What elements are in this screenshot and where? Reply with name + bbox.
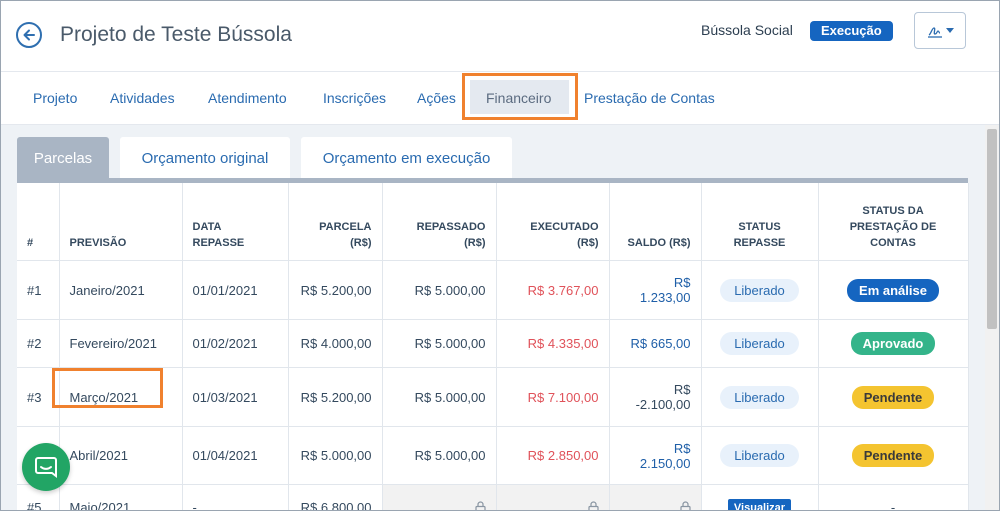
app-window: Projeto de Teste Bússola Bússola Social … <box>0 0 1000 511</box>
row-repassado: R$ 5.000,00 <box>382 319 497 368</box>
status-repasse-pill: Liberado <box>720 278 799 302</box>
row-status-prestacao: Em análise <box>818 260 969 320</box>
page-header: Projeto de Teste Bússola Bússola Social … <box>1 1 999 72</box>
row-repassado: R$ 5.000,00 <box>382 260 497 320</box>
row-previsao: Fevereiro/2021 <box>59 319 183 368</box>
row-saldo: R$ 2.150,00 <box>609 426 702 485</box>
row-num: #2 <box>17 319 60 368</box>
tab-projeto[interactable]: Projeto <box>33 90 77 106</box>
parcelas-table: # PREVISÃO DATA REPASSE PARCELA (R$) REPAS… <box>17 183 969 510</box>
row-repassado: R$ 5.000,00 <box>382 367 497 427</box>
tab-financeiro[interactable]: Financeiro <box>486 90 551 106</box>
status-badge: Execução <box>810 21 893 41</box>
header-saldo: SALDO (R$) <box>609 183 702 261</box>
row-data-repasse: 01/04/2021 <box>182 426 289 485</box>
row-status-prestacao: Pendente <box>818 367 969 427</box>
chevron-down-icon <box>945 27 954 33</box>
status-prestacao-badge[interactable]: Pendente <box>851 444 935 467</box>
table-row: #3 Março/2021 01/03/2021 R$ 5.200,00 R$ … <box>17 367 969 427</box>
status-repasse-pill: Liberado <box>720 332 799 355</box>
row-status-repasse: Liberado <box>701 367 819 427</box>
row-status-repasse: Visualizar <box>701 484 819 510</box>
header-repassado: REPASSADO (R$) <box>382 183 497 261</box>
row-executado: R$ 7.100,00 <box>496 367 610 427</box>
table-row: #1 Janeiro/2021 01/01/2021 R$ 5.200,00 R… <box>17 260 969 320</box>
row-parcela: R$ 5.200,00 <box>288 260 383 320</box>
header-previsao: PREVISÃO <box>59 183 183 261</box>
row-previsao: Maio/2021 <box>59 484 183 510</box>
tab-inscricoes[interactable]: Inscrições <box>323 90 386 106</box>
back-button[interactable] <box>16 22 42 48</box>
status-prestacao-badge[interactable]: Em análise <box>847 278 939 302</box>
arrow-left-icon <box>23 29 35 41</box>
row-previsao: Março/2021 <box>59 367 183 427</box>
signature-icon <box>927 26 942 38</box>
header-num: # <box>17 183 60 261</box>
main-nav: Projeto Atividades Atendimento Inscriçõe… <box>1 72 999 125</box>
row-saldo: R$ -2.100,00 <box>609 367 702 427</box>
row-data-repasse: 01/03/2021 <box>182 367 289 427</box>
tab-atividades[interactable]: Atividades <box>110 90 175 106</box>
header-executado: EXECUTADO (R$) <box>496 183 610 261</box>
row-repassado-locked <box>382 484 497 510</box>
row-parcela: R$ 5.200,00 <box>288 367 383 427</box>
row-num: #1 <box>17 260 60 320</box>
row-parcela: R$ 5.000,00 <box>288 426 383 485</box>
signature-dropdown-button[interactable] <box>914 12 966 49</box>
lock-icon <box>587 501 599 510</box>
table-row: #4 Abril/2021 01/04/2021 R$ 5.000,00 R$ … <box>17 426 969 485</box>
row-executado: R$ 4.335,00 <box>496 319 610 368</box>
row-data-repasse: - <box>182 484 289 510</box>
row-parcela: R$ 6.800,00 <box>288 484 383 510</box>
subtab-orcamento-original[interactable]: Orçamento original <box>120 137 290 179</box>
row-saldo-locked <box>609 484 702 510</box>
status-repasse-pill: Liberado <box>720 444 799 467</box>
status-prestacao-badge[interactable]: Pendente <box>851 385 935 409</box>
row-data-repasse: 01/01/2021 <box>182 260 289 320</box>
row-previsao: Abril/2021 <box>59 426 183 485</box>
status-prestacao-badge[interactable]: Aprovado <box>850 332 936 355</box>
row-saldo: R$ 1.233,00 <box>609 260 702 320</box>
row-executado: R$ 3.767,00 <box>496 260 610 320</box>
row-status-repasse: Liberado <box>701 426 819 485</box>
header-parcela: PARCELA (R$) <box>288 183 383 261</box>
table-header-row: # PREVISÃO DATA REPASSE PARCELA (R$) REPAS… <box>17 183 969 261</box>
row-status-repasse: Liberado <box>701 319 819 368</box>
subtab-orcamento-em-execucao[interactable]: Orçamento em execução <box>301 137 512 179</box>
row-data-repasse: 01/02/2021 <box>182 319 289 368</box>
lock-icon <box>474 501 486 510</box>
row-status-prestacao: Aprovado <box>818 319 969 368</box>
lock-icon <box>679 501 691 510</box>
visualizar-button[interactable]: Visualizar <box>727 498 792 510</box>
chat-icon <box>35 457 57 478</box>
row-repassado: R$ 5.000,00 <box>382 426 497 485</box>
row-parcela: R$ 4.000,00 <box>288 319 383 368</box>
row-saldo: R$ 665,00 <box>609 319 702 368</box>
row-executado: R$ 2.850,00 <box>496 426 610 485</box>
status-repasse-pill: Liberado <box>720 385 799 409</box>
header-status-prestacao: STATUS DA PRESTAÇÃO DE CONTAS <box>818 183 969 261</box>
tab-prestacao-de-contas[interactable]: Prestação de Contas <box>584 90 715 106</box>
table-row: #5 Maio/2021 - R$ 6.800,00 Visualizar - <box>17 484 969 510</box>
subtab-parcelas[interactable]: Parcelas <box>17 137 109 179</box>
chat-launcher-button[interactable] <box>22 443 70 491</box>
page-title: Projeto de Teste Bússola <box>60 23 292 46</box>
tab-acoes[interactable]: Ações <box>417 90 456 106</box>
scrollbar-thumb[interactable] <box>987 129 997 329</box>
row-status-prestacao: Pendente <box>818 426 969 485</box>
row-status-repasse: Liberado <box>701 260 819 320</box>
table-row: #2 Fevereiro/2021 01/02/2021 R$ 4.000,00… <box>17 319 969 368</box>
row-previsao: Janeiro/2021 <box>59 260 183 320</box>
row-num: #3 <box>17 367 60 427</box>
tab-atendimento[interactable]: Atendimento <box>208 90 287 106</box>
row-status-prestacao: - <box>818 484 969 510</box>
row-executado-locked <box>496 484 610 510</box>
organization-name: Bússola Social <box>701 22 793 38</box>
header-data-repasse: DATA REPASSE <box>182 183 289 261</box>
header-status-repasse: STATUS REPASSE <box>701 183 819 261</box>
